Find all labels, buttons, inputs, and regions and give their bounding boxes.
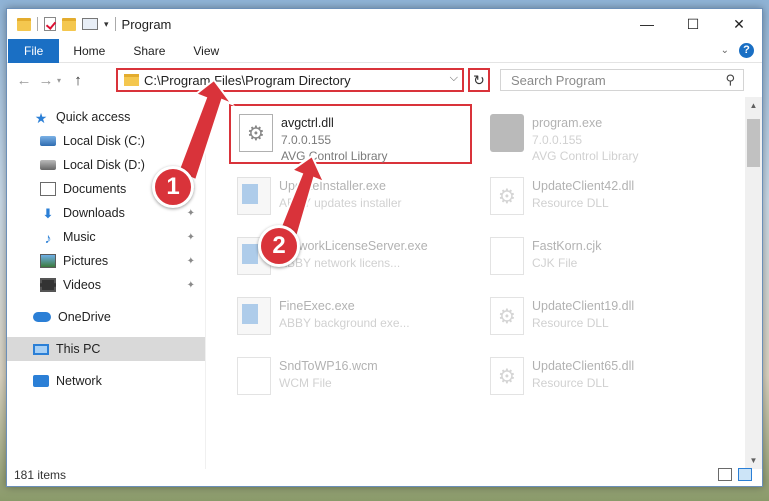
- arrow-1: [176, 78, 235, 182]
- step-2-badge: 2: [258, 225, 300, 267]
- annotation-arrows: [176, 78, 326, 242]
- step-1-badge: 1: [152, 166, 194, 208]
